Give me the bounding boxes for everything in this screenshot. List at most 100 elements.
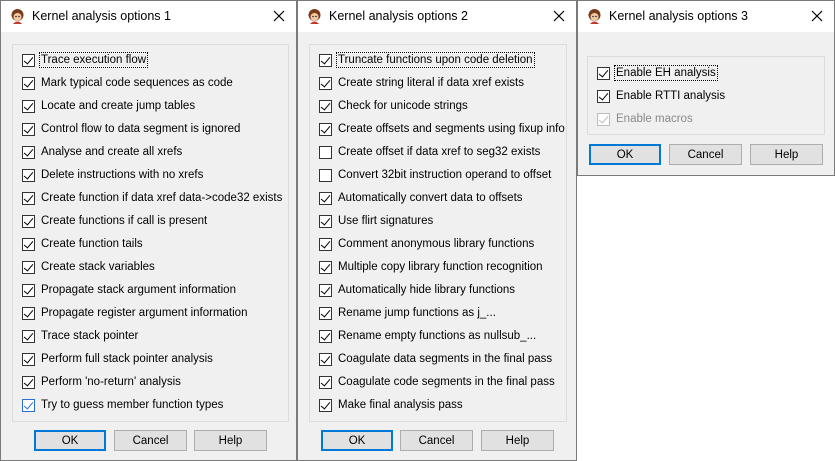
option-label: Make final analysis pass xyxy=(338,399,463,411)
help-button[interactable]: Help xyxy=(750,144,823,165)
option-checkbox[interactable]: Propagate stack argument information xyxy=(22,281,237,299)
dialog-kernel-options-1: Kernel analysis options 1 OK Cancel Help… xyxy=(0,0,297,461)
checkbox-checked-icon[interactable] xyxy=(319,122,332,136)
option-checkbox[interactable]: Create function if data xref data->code3… xyxy=(22,189,283,207)
checkbox-checked-icon[interactable] xyxy=(319,99,332,113)
checkbox-checked-icon[interactable] xyxy=(22,76,35,90)
checkbox-checked-icon[interactable] xyxy=(22,352,35,366)
checkbox-unchecked-icon[interactable] xyxy=(319,145,332,159)
option-checkbox[interactable]: Create functions if call is present xyxy=(22,212,208,230)
checkbox-checked-icon[interactable] xyxy=(319,352,332,366)
window-title: Kernel analysis options 1 xyxy=(32,9,171,23)
checkbox-checked-icon[interactable] xyxy=(319,76,332,90)
checkbox-checked-icon[interactable] xyxy=(22,168,35,182)
checkbox-checked-icon[interactable] xyxy=(22,145,35,159)
option-checkbox[interactable]: Create offsets and segments using fixup … xyxy=(319,120,566,138)
checkbox-checked-icon[interactable] xyxy=(319,191,332,205)
checkbox-checked-icon[interactable] xyxy=(319,283,332,297)
title-bar: Kernel analysis options 3 xyxy=(578,1,834,32)
checkbox-checked-icon[interactable] xyxy=(22,375,35,389)
checkbox-checked-icon[interactable] xyxy=(22,122,35,136)
checkbox-checked-icon[interactable] xyxy=(319,398,332,412)
option-label: Check for unicode strings xyxy=(338,100,468,112)
checkbox-checked-icon[interactable] xyxy=(319,306,332,320)
checkbox-checked-icon[interactable] xyxy=(22,398,35,412)
option-label: Create string literal if data xref exist… xyxy=(338,77,524,89)
checkbox-checked-icon[interactable] xyxy=(22,214,35,228)
cancel-button[interactable]: Cancel xyxy=(669,144,742,165)
option-checkbox[interactable]: Automatically convert data to offsets xyxy=(319,189,524,207)
option-checkbox[interactable]: Create stack variables xyxy=(22,258,156,276)
option-checkbox[interactable]: Use flirt signatures xyxy=(319,212,434,230)
checkbox-checked-icon[interactable] xyxy=(319,214,332,228)
option-label: Control flow to data segment is ignored xyxy=(41,123,241,135)
option-checkbox[interactable]: Multiple copy library function recogniti… xyxy=(319,258,544,276)
checkbox-checked-icon[interactable] xyxy=(319,375,332,389)
option-checkbox[interactable]: Convert 32bit instruction operand to off… xyxy=(319,166,552,184)
close-icon[interactable] xyxy=(271,8,287,24)
checkbox-checked-icon xyxy=(597,112,610,126)
cancel-button[interactable]: Cancel xyxy=(400,430,473,451)
checkbox-checked-icon[interactable] xyxy=(319,329,332,343)
option-checkbox[interactable]: Create string literal if data xref exist… xyxy=(319,74,525,92)
cancel-button[interactable]: Cancel xyxy=(114,430,187,451)
close-icon[interactable] xyxy=(809,8,825,24)
option-label: Create offset if data xref to seg32 exis… xyxy=(338,146,541,158)
checkbox-checked-icon[interactable] xyxy=(597,66,610,80)
option-checkbox[interactable]: Rename empty functions as nullsub_... xyxy=(319,327,537,345)
option-checkbox[interactable]: Automatically hide library functions xyxy=(319,281,516,299)
option-label: Create function tails xyxy=(41,238,143,250)
option-checkbox[interactable]: Mark typical code sequences as code xyxy=(22,74,234,92)
option-label: Propagate register argument information xyxy=(41,307,248,319)
option-checkbox[interactable]: Check for unicode strings xyxy=(319,97,469,115)
option-checkbox[interactable]: Trace execution flow xyxy=(22,51,149,69)
option-checkbox[interactable]: Perform full stack pointer analysis xyxy=(22,350,214,368)
option-checkbox[interactable]: Propagate register argument information xyxy=(22,304,248,322)
checkbox-checked-icon[interactable] xyxy=(319,237,332,251)
option-checkbox[interactable]: Make final analysis pass xyxy=(319,396,464,414)
option-checkbox[interactable]: Control flow to data segment is ignored xyxy=(22,120,241,138)
option-label: Multiple copy library function recogniti… xyxy=(338,261,543,273)
checkbox-checked-icon[interactable] xyxy=(319,260,332,274)
option-checkbox[interactable]: Rename jump functions as j_... xyxy=(319,304,497,322)
option-checkbox[interactable]: Delete instructions with no xrefs xyxy=(22,166,204,184)
option-label: Rename jump functions as j_... xyxy=(338,307,496,319)
option-checkbox[interactable]: Locate and create jump tables xyxy=(22,97,196,115)
option-checkbox[interactable]: Create offset if data xref to seg32 exis… xyxy=(319,143,541,161)
checkbox-checked-icon[interactable] xyxy=(319,53,332,67)
option-checkbox[interactable]: Try to guess member function types xyxy=(22,396,224,414)
checkbox-checked-icon[interactable] xyxy=(22,260,35,274)
app-icon xyxy=(588,9,601,24)
checkbox-checked-icon[interactable] xyxy=(22,283,35,297)
option-checkbox[interactable]: Comment anonymous library functions xyxy=(319,235,535,253)
option-label: Create function if data xref data->code3… xyxy=(41,192,283,204)
checkbox-checked-icon[interactable] xyxy=(597,89,610,103)
checkbox-checked-icon[interactable] xyxy=(22,53,35,67)
option-checkbox[interactable]: Truncate functions upon code deletion xyxy=(319,51,535,69)
option-label: Coagulate code segments in the final pas… xyxy=(338,376,555,388)
option-checkbox[interactable]: Coagulate code segments in the final pas… xyxy=(319,373,556,391)
checkbox-checked-icon[interactable] xyxy=(22,191,35,205)
close-icon[interactable] xyxy=(551,8,567,24)
option-label: Perform full stack pointer analysis xyxy=(41,353,213,365)
option-checkbox[interactable]: Trace stack pointer xyxy=(22,327,139,345)
ok-button[interactable]: OK xyxy=(589,144,661,165)
help-button[interactable]: Help xyxy=(194,430,267,451)
option-label: Create offsets and segments using fixup … xyxy=(338,123,565,135)
help-button[interactable]: Help xyxy=(481,430,554,451)
checkbox-checked-icon[interactable] xyxy=(22,306,35,320)
option-checkbox[interactable]: Enable EH analysis xyxy=(597,64,718,82)
ok-button[interactable]: OK xyxy=(321,430,393,451)
option-label: Trace stack pointer xyxy=(41,330,139,342)
option-checkbox[interactable]: Analyse and create all xrefs xyxy=(22,143,183,161)
checkbox-checked-icon[interactable] xyxy=(22,99,35,113)
option-checkbox[interactable]: Enable RTTI analysis xyxy=(597,87,726,105)
checkbox-checked-icon[interactable] xyxy=(22,329,35,343)
option-checkbox[interactable]: Coagulate data segments in the final pas… xyxy=(319,350,553,368)
checkbox-checked-icon[interactable] xyxy=(22,237,35,251)
option-checkbox[interactable]: Create function tails xyxy=(22,235,144,253)
option-label: Locate and create jump tables xyxy=(41,100,196,112)
option-checkbox[interactable]: Perform 'no-return' analysis xyxy=(22,373,182,391)
checkbox-unchecked-icon[interactable] xyxy=(319,168,332,182)
ok-button[interactable]: OK xyxy=(34,430,106,451)
